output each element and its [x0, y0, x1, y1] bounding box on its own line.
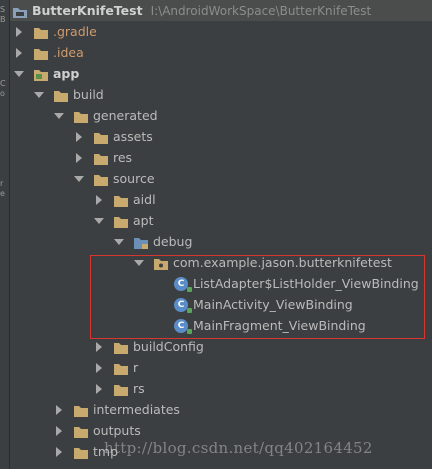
folder-icon [53, 88, 69, 102]
folder-icon [93, 172, 109, 186]
expand-arrow-icon[interactable] [54, 404, 64, 415]
collapse-arrow-icon[interactable] [94, 216, 104, 226]
tree-item-label: buildConfig [133, 339, 204, 354]
tree-item-label: assets [113, 129, 153, 144]
tree-item-label: r [133, 360, 139, 375]
collapse-arrow-icon[interactable] [74, 174, 84, 184]
tree-item-label: app [53, 66, 80, 81]
tree-item-label: intermediates [93, 402, 180, 417]
tree-item-label: .gradle [53, 24, 97, 39]
left-tool-window-strip[interactable]: S B C o r e [0, 0, 10, 469]
tree-item-label: rs [133, 381, 145, 396]
module-folder-icon [33, 67, 49, 81]
folder-icon [33, 25, 49, 39]
tree-row-apt[interactable]: apt [10, 210, 432, 231]
tool-strip-char: e [0, 190, 5, 198]
folder-icon [113, 340, 129, 354]
tool-strip-char: r [0, 180, 4, 188]
module-icon [12, 4, 28, 18]
expand-arrow-icon[interactable] [74, 131, 84, 142]
tree-item-label: .idea [53, 45, 84, 60]
tree-row-assets[interactable]: assets [10, 126, 432, 147]
expand-arrow-icon[interactable] [54, 425, 64, 436]
tree-row-debug[interactable]: debug [10, 231, 432, 252]
tree-row-project-root[interactable]: ButterKnifeTest I:\AndroidWorkSpace\Butt… [10, 0, 432, 21]
folder-icon [113, 382, 129, 396]
tree-item-label: aidl [133, 192, 156, 207]
tree-row-aidl[interactable]: aidl [10, 189, 432, 210]
project-tree[interactable]: ButterKnifeTest I:\AndroidWorkSpace\Butt… [10, 0, 432, 469]
project-name: ButterKnifeTest [32, 3, 143, 18]
tree-item-label: source [113, 171, 155, 186]
tree-row-outputs[interactable]: outputs [10, 420, 432, 441]
expand-arrow-icon[interactable] [94, 194, 104, 205]
folder-icon [93, 130, 109, 144]
tool-strip-char: o [0, 90, 5, 98]
tool-strip-char: S [0, 6, 6, 14]
folder-icon [73, 424, 89, 438]
tree-item-label: build [73, 87, 104, 102]
folder-icon [113, 214, 129, 228]
tree-row-app[interactable]: app [10, 63, 432, 84]
expand-arrow-icon[interactable] [94, 383, 104, 394]
folder-icon [33, 46, 49, 60]
tree-row-r[interactable]: r [10, 357, 432, 378]
expand-arrow-icon[interactable] [14, 26, 24, 37]
expand-arrow-icon[interactable] [14, 47, 24, 58]
source-root-folder-icon [133, 235, 149, 249]
tool-strip-char: C [0, 80, 6, 88]
tree-row-gradle[interactable]: .gradle [10, 21, 432, 42]
tree-row-source[interactable]: source [10, 168, 432, 189]
project-path: I:\AndroidWorkSpace\ButterKnifeTest [150, 3, 372, 18]
tree-row-buildconfig[interactable]: buildConfig [10, 336, 432, 357]
tree-item-label: outputs [93, 423, 141, 438]
tree-item-label: generated [93, 108, 158, 123]
tree-item-label: res [113, 150, 133, 165]
watermark-text: http://blog.csdn.net/qq402164452 [104, 439, 373, 457]
expand-arrow-icon[interactable] [54, 446, 64, 457]
folder-icon [73, 109, 89, 123]
tree-row-build[interactable]: build [10, 84, 432, 105]
tree-item-label: debug [153, 234, 193, 249]
folder-icon [73, 403, 89, 417]
tree-item-label: apt [133, 213, 154, 228]
expand-arrow-icon[interactable] [94, 362, 104, 373]
collapse-arrow-icon[interactable] [114, 237, 124, 247]
tree-row-rs[interactable]: rs [10, 378, 432, 399]
tool-strip-char: B [0, 16, 6, 24]
collapse-arrow-icon[interactable] [14, 69, 24, 79]
folder-icon [113, 193, 129, 207]
expand-arrow-icon[interactable] [94, 341, 104, 352]
folder-icon [73, 445, 89, 459]
tree-row-intermediates[interactable]: intermediates [10, 399, 432, 420]
highlight-annotation-box [90, 255, 425, 339]
tree-row-res[interactable]: res [10, 147, 432, 168]
tree-row-idea[interactable]: .idea [10, 42, 432, 63]
folder-icon [113, 361, 129, 375]
collapse-arrow-icon[interactable] [54, 111, 64, 121]
collapse-arrow-icon[interactable] [34, 90, 44, 100]
tree-row-generated[interactable]: generated [10, 105, 432, 126]
folder-icon [93, 151, 109, 165]
expand-arrow-icon[interactable] [74, 152, 84, 163]
